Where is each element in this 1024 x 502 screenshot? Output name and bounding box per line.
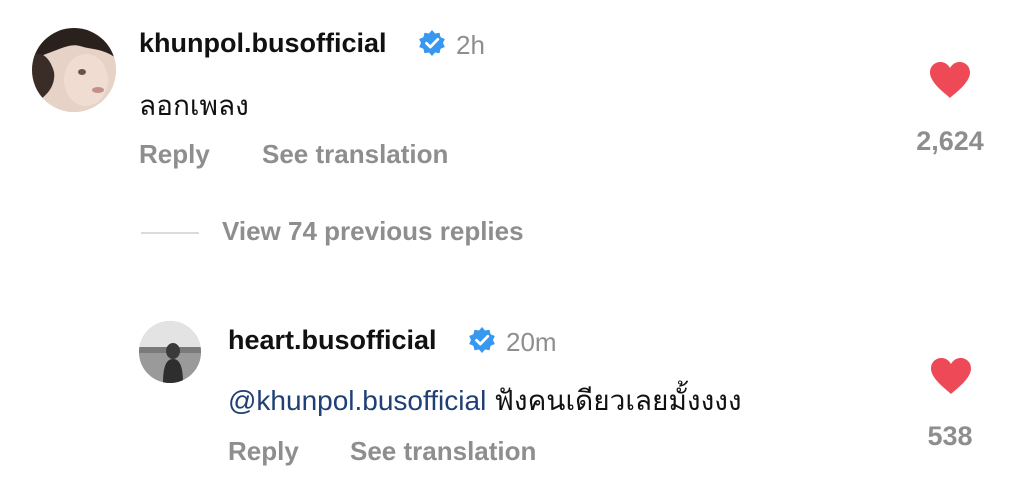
avatar-image xyxy=(139,321,201,383)
verified-badge-icon xyxy=(418,29,446,62)
comment-reply-button[interactable]: Reply xyxy=(139,139,210,170)
reply-like-count: 538 xyxy=(927,421,973,451)
reply-time: 20m xyxy=(506,327,557,357)
reply-username[interactable]: heart.busofficial xyxy=(228,325,437,356)
reply-mention-link[interactable]: @khunpol.busofficial xyxy=(228,385,486,416)
reply-text: ฟังคนเดียวเลยมั้งงงง xyxy=(494,385,742,416)
avatar-khunpol[interactable] xyxy=(32,28,116,112)
heart-filled-icon[interactable] xyxy=(930,357,972,400)
heart-filled-icon[interactable] xyxy=(929,61,971,104)
avatar-image xyxy=(32,28,116,112)
reply-see-translation-button[interactable]: See translation xyxy=(350,436,536,467)
view-previous-replies-button[interactable]: View 74 previous replies xyxy=(222,216,524,247)
verified-badge-icon xyxy=(468,326,496,359)
comment-time: 2h xyxy=(456,30,485,60)
comment-like-count: 2,624 xyxy=(916,126,984,156)
avatar-heart[interactable] xyxy=(139,321,201,383)
comment-username[interactable]: khunpol.busofficial xyxy=(139,28,387,59)
reply-text-line: @khunpol.busofficial ฟังคนเดียวเลยมั้งงง… xyxy=(228,379,742,423)
replies-divider xyxy=(141,232,199,234)
reply-reply-button[interactable]: Reply xyxy=(228,436,299,467)
comment-text: ลอกเพลง xyxy=(139,90,249,121)
comment-see-translation-button[interactable]: See translation xyxy=(262,139,448,170)
